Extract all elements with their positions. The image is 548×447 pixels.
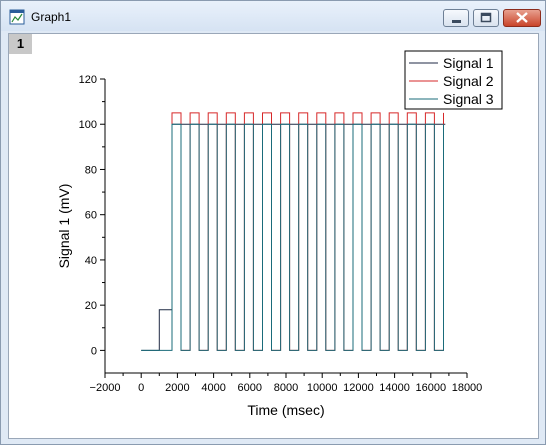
graph-window: Graph1 1 −2000 0 2000 4000 6000 8000 10000 1200… [0, 0, 546, 445]
x-tick-label: 18000 [452, 382, 483, 394]
y-tick-label: 100 [79, 119, 97, 131]
y-tick-label: 80 [85, 164, 97, 176]
line-chart[interactable]: −2000 0 2000 4000 6000 8000 10000 12000 14000 160… [9, 34, 538, 438]
x-tick-label: 8000 [274, 382, 298, 394]
y-tick-label: 40 [85, 255, 97, 267]
x-tick-label: −2000 [90, 382, 121, 394]
y-tick-label: 0 [91, 345, 97, 357]
x-tick-label: 6000 [238, 382, 262, 394]
x-tick-label: 10000 [307, 382, 338, 394]
x-tick-label: 0 [138, 382, 144, 394]
y-axis-label: Signal 1 (mV) [56, 184, 72, 269]
close-icon [516, 12, 528, 23]
legend[interactable]: Signal 1 Signal 2 Signal 3 [404, 50, 503, 110]
y-tick-label: 20 [85, 300, 97, 312]
legend-label: Signal 3 [443, 91, 494, 107]
legend-label: Signal 1 [443, 55, 494, 71]
graph-page[interactable]: 1 −2000 0 2000 4000 6000 8000 10000 12000 14000 1… [8, 33, 539, 439]
x-tick-label: 12000 [343, 382, 374, 394]
x-axis-label: Time (msec) [247, 402, 324, 418]
x-tick-label: 4000 [201, 382, 225, 394]
title-bar[interactable]: Graph1 [1, 1, 545, 31]
series-line-3[interactable] [141, 123, 444, 351]
y-tick-label: 60 [85, 210, 97, 222]
x-tick-label: 2000 [165, 382, 189, 394]
x-tick-label: 14000 [379, 382, 410, 394]
window-title: Graph1 [31, 10, 72, 24]
graph-window-icon [9, 9, 25, 25]
maximize-button[interactable] [473, 9, 499, 27]
series-line-1[interactable] [141, 123, 446, 351]
y-tick-label: 120 [79, 74, 97, 86]
minimize-button[interactable] [443, 9, 469, 27]
maximize-icon [480, 12, 492, 23]
minimize-icon [452, 20, 461, 23]
x-tick-label: 16000 [416, 382, 447, 394]
legend-label: Signal 2 [443, 73, 494, 89]
close-button[interactable] [503, 9, 541, 27]
series-layer [141, 112, 446, 351]
